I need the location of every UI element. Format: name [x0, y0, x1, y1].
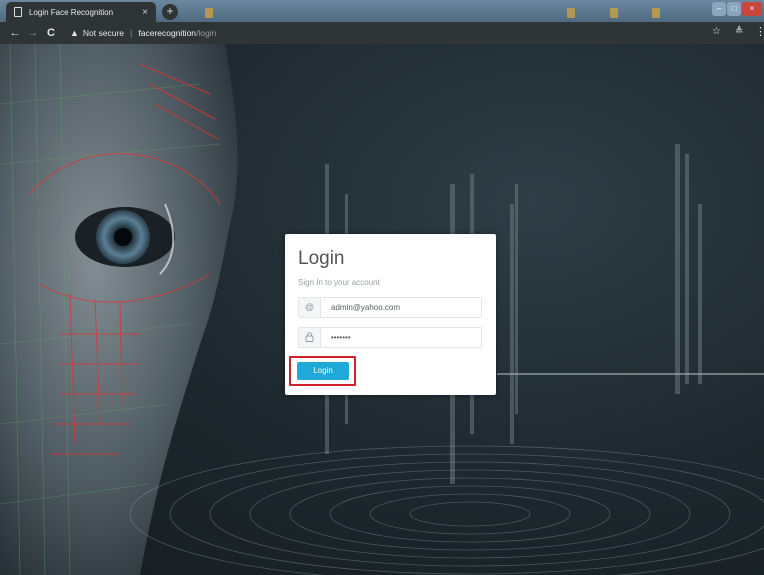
window-close-button[interactable]: × [742, 2, 762, 16]
close-tab-icon[interactable]: × [142, 7, 148, 18]
maximize-button[interactable]: □ [727, 2, 741, 16]
folder-icon [610, 8, 618, 18]
tab-title: Login Face Recognition [29, 7, 114, 17]
browser-tab[interactable]: Login Face Recognition × [6, 2, 156, 22]
login-button-highlight [289, 356, 356, 386]
password-field[interactable]: ••••••• [298, 327, 482, 348]
login-title: Login [298, 248, 345, 269]
email-input[interactable]: admin@yahoo.com [321, 298, 400, 317]
warning-icon[interactable]: ▲ [70, 28, 79, 38]
login-subtitle: Sign In to your account [298, 278, 380, 287]
folder-icon [567, 8, 575, 18]
password-input[interactable]: ••••••• [321, 328, 351, 347]
at-icon: @ [299, 298, 321, 317]
lock-icon [299, 328, 321, 347]
folder-icon [652, 8, 660, 18]
url-host: facerecognition [138, 28, 197, 38]
browser-tab-bar: Login Face Recognition × + – □ × [0, 0, 764, 22]
reload-icon[interactable]: C [42, 27, 60, 39]
address-bar[interactable]: facerecognition/login [138, 28, 216, 38]
forward-arrow-icon[interactable]: → [24, 27, 42, 39]
url-path: /login [196, 28, 217, 38]
url-separator: | [130, 28, 133, 38]
minimize-button[interactable]: – [712, 2, 726, 16]
folder-icon [205, 8, 213, 18]
star-icon[interactable]: ☆ [712, 26, 721, 37]
page-icon [14, 7, 22, 17]
email-field[interactable]: @ admin@yahoo.com [298, 297, 482, 318]
extension-icon[interactable]: ≜ [735, 26, 743, 37]
back-arrow-icon[interactable]: ← [6, 27, 24, 39]
not-secure-label[interactable]: Not secure [83, 28, 124, 38]
browser-toolbar: ← → C ▲ Not secure | facerecognition/log… [0, 22, 764, 44]
menu-dots-icon[interactable]: ⋮ [755, 25, 764, 38]
new-tab-button[interactable]: + [162, 4, 178, 20]
